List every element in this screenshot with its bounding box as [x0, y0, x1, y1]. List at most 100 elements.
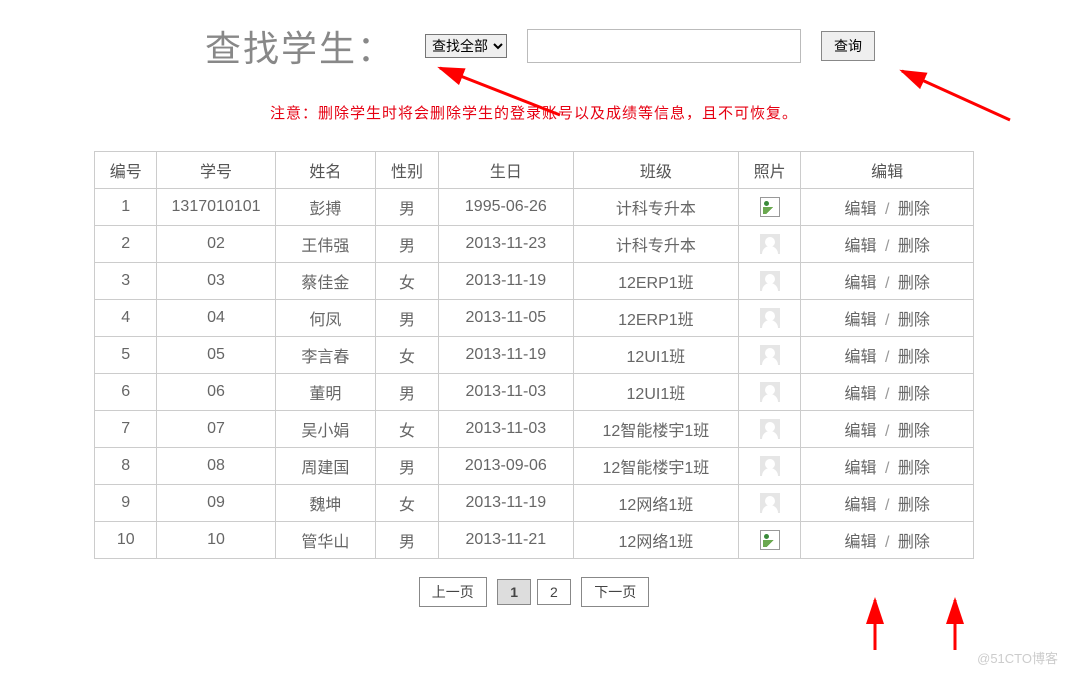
cell-idx: 9 [95, 485, 157, 522]
delete-link[interactable]: 删除 [898, 497, 930, 514]
ops-separator: / [881, 497, 894, 514]
cell-name: 魏坤 [275, 485, 376, 522]
table-row: 303蔡佳金女2013-11-1912ERP1班编辑 / 删除 [95, 263, 974, 300]
cell-bday: 2013-11-03 [438, 374, 573, 411]
col-sex: 性别 [376, 152, 438, 189]
edit-link[interactable]: 编辑 [844, 534, 876, 551]
cell-class: 12UI1班 [573, 374, 738, 411]
search-bar: 查找学生： 查找全部 查询 [205, 20, 1028, 72]
delete-link[interactable]: 删除 [898, 201, 930, 218]
table-row: 1010管华山男2013-11-2112网络1班编辑 / 删除 [95, 522, 974, 559]
delete-link[interactable]: 删除 [898, 423, 930, 440]
ops-separator: / [881, 460, 894, 477]
cell-class: 12智能楼宇1班 [573, 411, 738, 448]
pager: 上一页 12 下一页 [40, 577, 1028, 607]
cell-sex: 女 [376, 485, 438, 522]
cell-sid: 10 [157, 522, 275, 559]
ops-separator: / [881, 386, 894, 403]
delete-link[interactable]: 删除 [898, 386, 930, 403]
cell-name: 董明 [275, 374, 376, 411]
edit-link[interactable]: 编辑 [844, 312, 876, 329]
cell-bday: 1995-06-26 [438, 189, 573, 226]
avatar-placeholder-icon [760, 308, 780, 328]
col-photo: 照片 [738, 152, 801, 189]
cell-idx: 3 [95, 263, 157, 300]
edit-link[interactable]: 编辑 [844, 460, 876, 477]
cell-sex: 女 [376, 263, 438, 300]
avatar-placeholder-icon [760, 382, 780, 402]
cell-class: 12ERP1班 [573, 300, 738, 337]
search-title: 查找学生： [205, 20, 395, 72]
cell-sid: 09 [157, 485, 275, 522]
delete-link[interactable]: 删除 [898, 460, 930, 477]
cell-photo [738, 189, 801, 226]
cell-idx: 6 [95, 374, 157, 411]
cell-idx: 7 [95, 411, 157, 448]
cell-ops: 编辑 / 删除 [801, 485, 974, 522]
search-button[interactable]: 查询 [821, 31, 875, 61]
edit-link[interactable]: 编辑 [844, 201, 876, 218]
edit-link[interactable]: 编辑 [844, 497, 876, 514]
edit-link[interactable]: 编辑 [844, 238, 876, 255]
table-row: 505李言春女2013-11-1912UI1班编辑 / 删除 [95, 337, 974, 374]
table-row: 404何凤男2013-11-0512ERP1班编辑 / 删除 [95, 300, 974, 337]
cell-sid: 07 [157, 411, 275, 448]
table-row: 808周建国男2013-09-0612智能楼宇1班编辑 / 删除 [95, 448, 974, 485]
cell-idx: 10 [95, 522, 157, 559]
cell-bday: 2013-09-06 [438, 448, 573, 485]
cell-photo [738, 411, 801, 448]
edit-link[interactable]: 编辑 [844, 423, 876, 440]
broken-image-icon [760, 530, 780, 550]
table-row: 707吴小娟女2013-11-0312智能楼宇1班编辑 / 删除 [95, 411, 974, 448]
next-page-button[interactable]: 下一页 [581, 577, 649, 607]
cell-class: 12网络1班 [573, 522, 738, 559]
col-name: 姓名 [275, 152, 376, 189]
cell-bday: 2013-11-05 [438, 300, 573, 337]
prev-page-button[interactable]: 上一页 [419, 577, 487, 607]
cell-photo [738, 448, 801, 485]
student-table: 编号 学号 姓名 性别 生日 班级 照片 编辑 11317010101彭搏男19… [94, 151, 974, 559]
cell-photo [738, 485, 801, 522]
ops-separator: / [881, 238, 894, 255]
table-row: 202王伟强男2013-11-23计科专升本编辑 / 删除 [95, 226, 974, 263]
cell-ops: 编辑 / 删除 [801, 522, 974, 559]
delete-link[interactable]: 删除 [898, 275, 930, 292]
search-input[interactable] [527, 29, 801, 63]
delete-warning-text: 注意：删除学生时将会删除学生的登录账号以及成绩等信息，且不可恢复。 [40, 102, 1028, 123]
cell-bday: 2013-11-21 [438, 522, 573, 559]
edit-link[interactable]: 编辑 [844, 349, 876, 366]
delete-link[interactable]: 删除 [898, 238, 930, 255]
cell-name: 李言春 [275, 337, 376, 374]
delete-link[interactable]: 删除 [898, 312, 930, 329]
cell-idx: 2 [95, 226, 157, 263]
col-bday: 生日 [438, 152, 573, 189]
avatar-placeholder-icon [760, 234, 780, 254]
cell-class: 12智能楼宇1班 [573, 448, 738, 485]
avatar-placeholder-icon [760, 271, 780, 291]
cell-idx: 4 [95, 300, 157, 337]
edit-link[interactable]: 编辑 [844, 386, 876, 403]
ops-separator: / [881, 201, 894, 218]
cell-class: 12UI1班 [573, 337, 738, 374]
cell-sex: 男 [376, 189, 438, 226]
cell-sex: 男 [376, 522, 438, 559]
cell-ops: 编辑 / 删除 [801, 374, 974, 411]
avatar-placeholder-icon [760, 345, 780, 365]
delete-link[interactable]: 删除 [898, 534, 930, 551]
cell-name: 何凤 [275, 300, 376, 337]
cell-ops: 编辑 / 删除 [801, 337, 974, 374]
cell-sid: 02 [157, 226, 275, 263]
edit-link[interactable]: 编辑 [844, 275, 876, 292]
cell-name: 吴小娟 [275, 411, 376, 448]
ops-separator: / [881, 534, 894, 551]
page-button-1[interactable]: 1 [497, 579, 531, 605]
cell-bday: 2013-11-19 [438, 337, 573, 374]
delete-link[interactable]: 删除 [898, 349, 930, 366]
page-button-2[interactable]: 2 [537, 579, 571, 605]
cell-idx: 5 [95, 337, 157, 374]
col-class: 班级 [573, 152, 738, 189]
cell-sid: 08 [157, 448, 275, 485]
cell-name: 周建国 [275, 448, 376, 485]
cell-sex: 男 [376, 226, 438, 263]
search-scope-select[interactable]: 查找全部 [425, 34, 507, 58]
